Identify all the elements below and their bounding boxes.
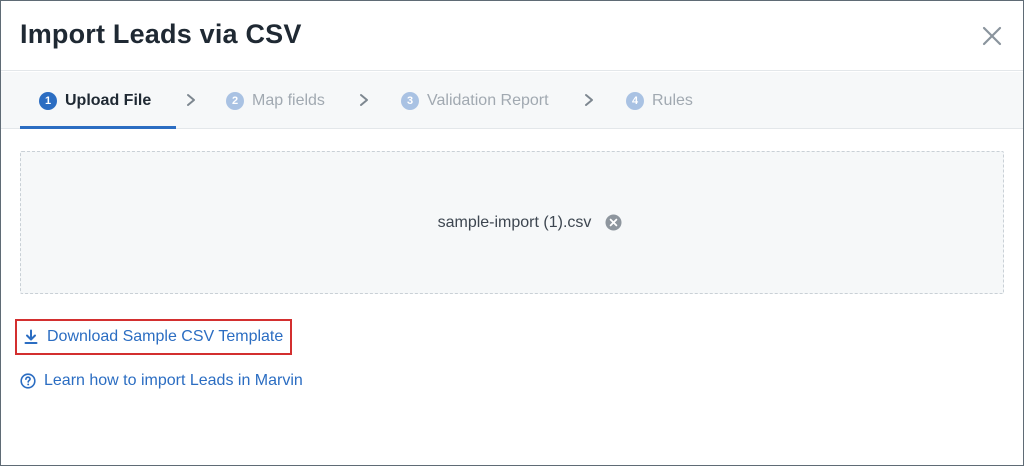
step-number: 4 bbox=[626, 91, 644, 110]
active-step-indicator bbox=[20, 126, 176, 129]
help-circle-icon bbox=[20, 373, 36, 389]
chevron-right-icon bbox=[360, 94, 368, 106]
step-number: 3 bbox=[401, 91, 419, 110]
step-label: Map fields bbox=[252, 91, 325, 109]
step-number: 1 bbox=[39, 91, 57, 110]
download-template-link[interactable]: Download Sample CSV Template bbox=[15, 319, 292, 355]
step-upload-file[interactable]: 1 Upload File bbox=[39, 72, 151, 129]
close-icon bbox=[982, 26, 1002, 46]
remove-file-button[interactable] bbox=[605, 214, 622, 231]
learn-import-label: Learn how to import Leads in Marvin bbox=[44, 372, 303, 389]
download-template-label: Download Sample CSV Template bbox=[47, 328, 284, 345]
file-name: sample-import (1).csv bbox=[437, 213, 592, 231]
step-label: Upload File bbox=[65, 91, 152, 109]
step-rules[interactable]: 4 Rules bbox=[626, 72, 693, 129]
step-validation-report[interactable]: 3 Validation Report bbox=[401, 72, 549, 129]
wizard-steps: 1 Upload File 2 Map fields 3 Validation … bbox=[1, 72, 1023, 129]
dialog-header: Import Leads via CSV bbox=[1, 1, 1023, 71]
chevron-right-icon bbox=[187, 94, 195, 106]
file-dropzone[interactable]: sample-import (1).csv bbox=[20, 151, 1004, 294]
step-label: Validation Report bbox=[427, 91, 549, 109]
step-map-fields[interactable]: 2 Map fields bbox=[226, 72, 325, 129]
import-dialog: Import Leads via CSV 1 Upload File 2 Map… bbox=[0, 0, 1024, 466]
chevron-right-icon bbox=[585, 94, 593, 106]
close-button[interactable] bbox=[979, 23, 1005, 49]
uploaded-file: sample-import (1).csv bbox=[21, 152, 1003, 293]
remove-circle-icon bbox=[605, 214, 622, 231]
learn-import-link[interactable]: Learn how to import Leads in Marvin bbox=[20, 369, 303, 393]
step-number: 2 bbox=[226, 91, 244, 110]
dialog-title: Import Leads via CSV bbox=[20, 19, 302, 49]
step-label: Rules bbox=[652, 91, 693, 109]
download-icon bbox=[24, 329, 38, 344]
